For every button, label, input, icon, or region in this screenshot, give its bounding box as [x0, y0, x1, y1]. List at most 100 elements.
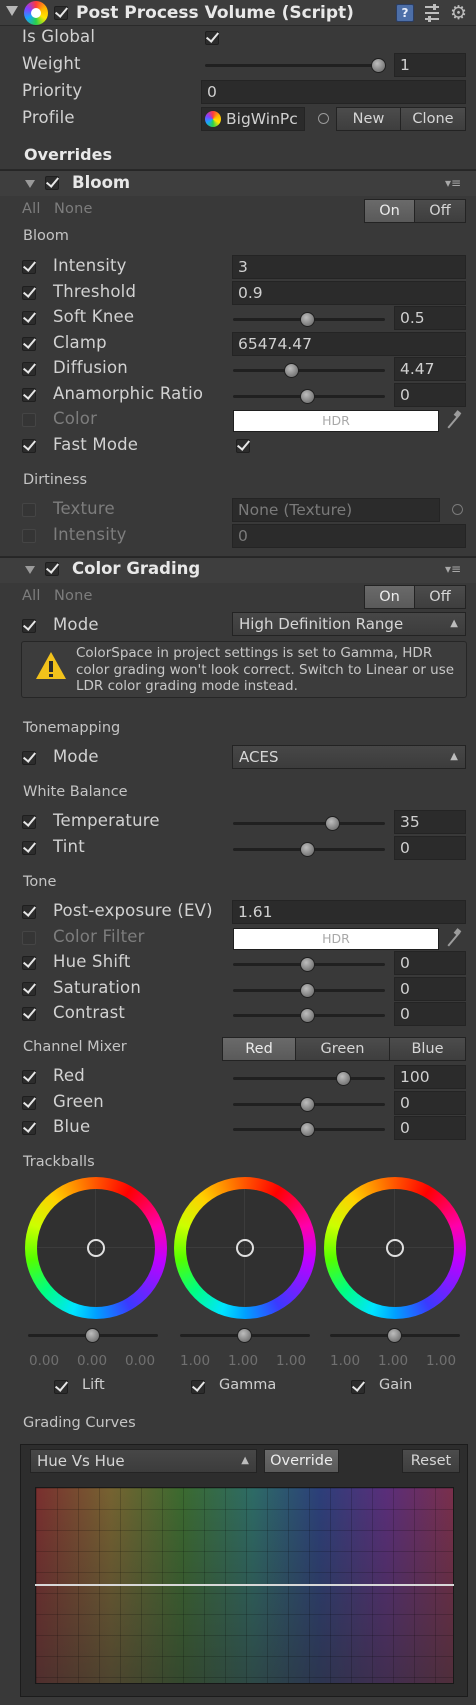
new-profile-button[interactable]: New [336, 107, 401, 131]
priority-field[interactable]: 0 [201, 80, 466, 104]
gain-enabled-checkbox[interactable] [351, 1380, 365, 1394]
mixer-red-slider-track[interactable] [233, 1077, 385, 1080]
curve-reset-button[interactable]: Reset [402, 1449, 460, 1473]
tint-slider-thumb[interactable] [300, 842, 315, 857]
diffusion-override-checkbox[interactable] [22, 362, 36, 376]
bloom-foldout-arrow-icon[interactable] [25, 180, 35, 188]
gamma-slider-thumb[interactable] [237, 1328, 252, 1343]
gamma-trackball[interactable] [174, 1177, 316, 1319]
contrast-slider-thumb[interactable] [300, 1008, 315, 1023]
lift-trackball-cursor[interactable] [87, 1239, 105, 1257]
mixer-blue-slider-thumb[interactable] [300, 1122, 315, 1137]
texture-override-checkbox[interactable] [22, 503, 36, 517]
mixer-tab-green[interactable]: Green [295, 1037, 390, 1061]
mixer-tab-red[interactable]: Red [222, 1037, 296, 1061]
tonemap-mode-override-checkbox[interactable] [22, 751, 36, 765]
mixer-red-override-checkbox[interactable] [22, 1070, 36, 1084]
gain-slider-thumb[interactable] [387, 1328, 402, 1343]
color-grading-enabled-checkbox[interactable] [45, 562, 59, 576]
anamorphic-ratio-slider-thumb[interactable] [300, 389, 315, 404]
tint-override-checkbox[interactable] [22, 841, 36, 855]
clamp-field[interactable]: 65474.47 [232, 332, 466, 356]
saturation-override-checkbox[interactable] [22, 982, 36, 996]
fast-mode-override-checkbox[interactable] [22, 439, 36, 453]
temperature-override-checkbox[interactable] [22, 815, 36, 829]
dirt-intensity-override-checkbox[interactable] [22, 529, 36, 543]
diffusion-slider-track[interactable] [233, 369, 385, 372]
gain-trackball-cursor[interactable] [386, 1239, 404, 1257]
intensity-field[interactable]: 3 [232, 255, 466, 279]
post-exposure-field[interactable]: 1.61 [232, 900, 466, 924]
mixer-red-field[interactable]: 100 [394, 1065, 466, 1089]
soft-knee-slider-thumb[interactable] [300, 312, 315, 327]
eyedropper-icon[interactable] [446, 928, 462, 949]
post-exposure-override-checkbox[interactable] [22, 905, 36, 919]
diffusion-slider-thumb[interactable] [284, 363, 299, 378]
lift-trackball[interactable] [25, 1177, 167, 1319]
color-filter-swatch[interactable]: HDR [233, 928, 439, 950]
bloom-all-toggle[interactable]: All [22, 201, 41, 217]
foldout-arrow-icon[interactable] [6, 6, 18, 16]
curve-override-button[interactable]: Override [264, 1449, 339, 1473]
temperature-slider-track[interactable] [233, 822, 385, 825]
object-picker-icon[interactable] [318, 113, 329, 124]
anamorphic-ratio-override-checkbox[interactable] [22, 388, 36, 402]
tonemap-mode-dropdown[interactable]: ACES ▲ [232, 745, 466, 769]
color-grading-foldout-arrow-icon[interactable] [25, 566, 35, 574]
weight-slider-thumb[interactable] [371, 58, 386, 73]
bloom-off-button[interactable]: Off [414, 199, 466, 223]
anamorphic-ratio-field[interactable]: 0 [394, 383, 466, 407]
threshold-override-checkbox[interactable] [22, 286, 36, 300]
mixer-blue-field[interactable]: 0 [394, 1116, 466, 1140]
is-global-checkbox[interactable] [205, 31, 219, 45]
clone-profile-button[interactable]: Clone [400, 107, 466, 131]
preset-icon[interactable] [424, 4, 440, 22]
color-grading-off-button[interactable]: Off [414, 585, 466, 609]
bloom-settings-menu-icon[interactable]: ▾≡ [445, 177, 461, 189]
threshold-field[interactable]: 0.9 [232, 281, 466, 305]
contrast-field[interactable]: 0 [394, 1002, 466, 1026]
mixer-tab-blue[interactable]: Blue [389, 1037, 466, 1061]
dirt-texture-field[interactable]: None (Texture) [232, 498, 440, 522]
color-grading-settings-menu-icon[interactable]: ▾≡ [445, 563, 461, 575]
temperature-field[interactable]: 35 [394, 810, 466, 834]
grading-mode-dropdown[interactable]: High Definition Range ▲ [232, 612, 466, 636]
hue-shift-override-checkbox[interactable] [22, 956, 36, 970]
bloom-none-toggle[interactable]: None [54, 201, 93, 217]
color-grading-on-button[interactable]: On [364, 585, 415, 609]
lift-slider-thumb[interactable] [85, 1328, 100, 1343]
color-override-checkbox[interactable] [22, 413, 36, 427]
contrast-override-checkbox[interactable] [22, 1007, 36, 1021]
book-help-icon[interactable]: ? [396, 4, 414, 22]
weight-slider-track[interactable] [205, 64, 385, 67]
mixer-red-slider-thumb[interactable] [336, 1071, 351, 1086]
tint-field[interactable]: 0 [394, 836, 466, 860]
lift-enabled-checkbox[interactable] [54, 1380, 68, 1394]
component-enabled-checkbox[interactable] [54, 6, 68, 20]
intensity-override-checkbox[interactable] [22, 260, 36, 274]
grading-mode-override-checkbox[interactable] [22, 619, 36, 633]
diffusion-field[interactable]: 4.47 [394, 357, 466, 381]
saturation-field[interactable]: 0 [394, 977, 466, 1001]
color-grading-none-toggle[interactable]: None [54, 588, 93, 604]
gain-trackball[interactable] [324, 1177, 466, 1319]
color-grading-all-toggle[interactable]: All [22, 588, 41, 604]
dirt-intensity-field[interactable]: 0 [232, 524, 466, 548]
bloom-on-button[interactable]: On [364, 199, 415, 223]
clamp-override-checkbox[interactable] [22, 337, 36, 351]
weight-field[interactable]: 1 [394, 53, 466, 77]
gamma-trackball-cursor[interactable] [236, 1239, 254, 1257]
bloom-color-swatch[interactable]: HDR [233, 410, 439, 432]
hue-vs-hue-curve-line[interactable] [35, 1584, 454, 1586]
mixer-green-slider-thumb[interactable] [300, 1097, 315, 1112]
hue-shift-field[interactable]: 0 [394, 951, 466, 975]
saturation-slider-thumb[interactable] [300, 983, 315, 998]
curve-type-dropdown[interactable]: Hue Vs Hue ▲ [30, 1449, 257, 1473]
gamma-enabled-checkbox[interactable] [191, 1380, 205, 1394]
soft-knee-override-checkbox[interactable] [22, 311, 36, 325]
fast-mode-checkbox[interactable] [236, 439, 250, 453]
bloom-enabled-checkbox[interactable] [45, 176, 59, 190]
hue-shift-slider-thumb[interactable] [300, 957, 315, 972]
texture-picker-icon[interactable] [452, 504, 463, 515]
color-filter-override-checkbox[interactable] [22, 931, 36, 945]
